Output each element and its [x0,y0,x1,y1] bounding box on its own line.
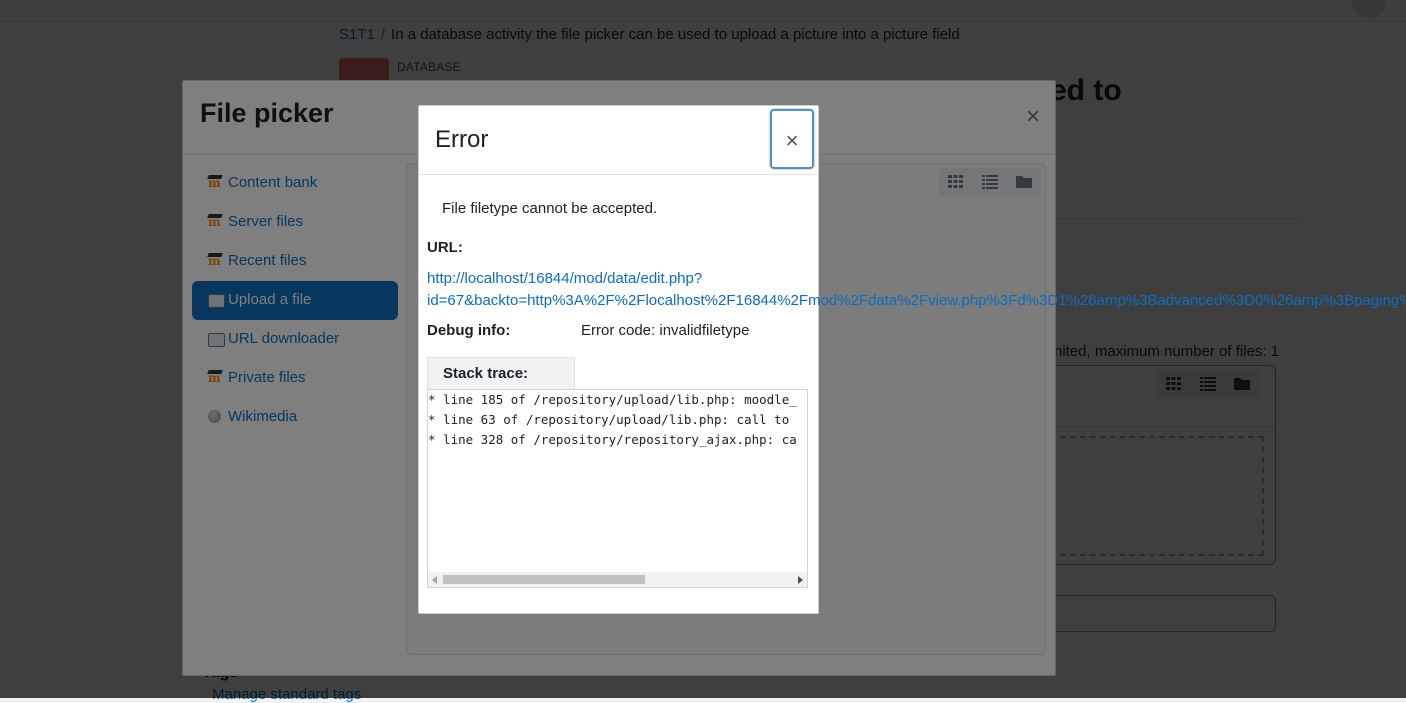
error-url-line-2: id=67&backto=http%3A%2F%2Flocalhost%2F16… [427,292,1406,309]
error-url-line-1: http://localhost/16844/mod/data/edit.php… [427,270,703,287]
error-url-link[interactable]: http://localhost/16844/mod/data/edit.php… [427,268,1406,312]
error-dialog: Error × File filetype cannot be accepted… [418,105,1406,614]
error-dialog-title: Error [435,126,489,153]
stack-trace-line: * line 185 of /repository/upload/lib.php… [428,392,797,407]
stack-trace-box[interactable]: * line 185 of /repository/upload/lib.php… [427,389,808,588]
url-label: URL: [427,239,463,256]
horizontal-scrollbar[interactable] [428,572,807,587]
error-dialog-header: Error × [419,106,818,175]
debug-info-label: Debug info: [427,322,511,339]
stack-trace-lines: * line 185 of /repository/upload/lib.php… [428,390,797,450]
stack-trace-label: Stack trace: [443,365,529,382]
error-dialog-close-button[interactable]: × [770,109,814,169]
scrollbar-thumb[interactable] [443,575,645,584]
scroll-right-arrow-icon[interactable] [798,576,803,584]
stack-trace-line: * line 328 of /repository/repository_aja… [428,432,797,447]
scroll-left-arrow-icon[interactable] [432,576,437,584]
stack-trace-toggle[interactable]: Stack trace: [427,357,575,389]
error-message: File filetype cannot be accepted. [442,200,658,217]
stack-trace-line: * line 63 of /repository/upload/lib.php:… [428,412,790,427]
debug-info-value: Error code: invalidfiletype [581,322,750,339]
